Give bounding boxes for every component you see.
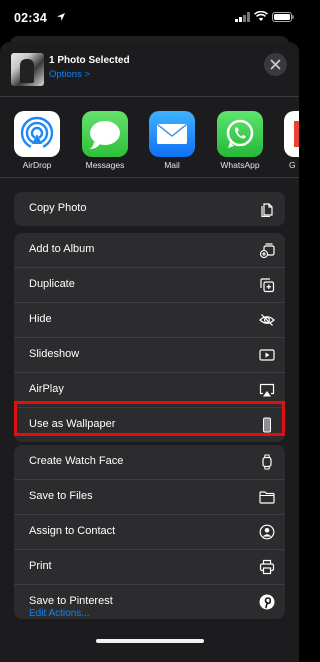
app-label: Messages — [85, 160, 125, 170]
action-label: Copy Photo — [29, 202, 87, 214]
location-arrow-icon — [57, 13, 65, 21]
copy-icon — [261, 203, 273, 217]
share-app-airdrop[interactable]: AirDrop — [7, 111, 67, 170]
app-label: WhatsApp — [220, 160, 260, 170]
share-app-partial[interactable]: G — [277, 111, 299, 170]
action-slideshow[interactable]: Slideshow — [14, 338, 285, 373]
watch-icon — [262, 454, 272, 470]
options-link[interactable]: Options > — [49, 69, 90, 80]
action-group-copy: Copy Photo — [14, 192, 285, 226]
action-label: Duplicate — [29, 278, 75, 290]
share-app-mail[interactable]: Mail — [142, 111, 202, 170]
selection-title: 1 Photo Selected — [49, 55, 130, 66]
wifi-icon — [254, 11, 268, 21]
action-copy-photo[interactable]: Copy Photo — [14, 192, 285, 226]
play-icon — [259, 349, 275, 361]
mail-icon — [149, 111, 195, 157]
duplicate-icon — [260, 278, 275, 293]
folder-icon — [259, 491, 275, 504]
app-label: Mail — [164, 160, 180, 170]
share-app-messages[interactable]: Messages — [75, 111, 135, 170]
action-hide[interactable]: Hide — [14, 303, 285, 338]
app-share-row: AirDrop Messages Mail WhatsApp G — [0, 97, 299, 178]
action-label: Print — [29, 560, 52, 572]
whatsapp-icon — [217, 111, 263, 157]
action-label: Assign to Contact — [29, 525, 116, 537]
action-duplicate[interactable]: Duplicate — [14, 268, 285, 303]
share-header: 1 Photo Selected Options > — [0, 42, 299, 97]
action-save-to-files[interactable]: Save to Files — [14, 480, 285, 515]
action-assign-to-contact[interactable]: Assign to Contact — [14, 515, 285, 550]
action-label: Create Watch Face — [29, 455, 124, 467]
edit-actions-link[interactable]: Edit Actions... — [29, 608, 90, 619]
airplay-icon — [259, 383, 275, 397]
status-bar: 02:34 — [0, 0, 299, 34]
messages-icon — [82, 111, 128, 157]
action-label: Hide — [29, 313, 52, 325]
eye-slash-icon — [259, 314, 275, 326]
action-label: Slideshow — [29, 348, 80, 360]
action-label: AirPlay — [29, 383, 64, 395]
google-app-icon — [284, 111, 299, 157]
action-print[interactable]: Print — [14, 550, 285, 585]
status-time: 02:34 — [14, 11, 47, 25]
close-button[interactable] — [264, 53, 287, 76]
contact-icon — [259, 524, 275, 540]
home-indicator — [96, 639, 204, 643]
action-add-to-album[interactable]: Add to Album — [14, 233, 285, 268]
action-label: Save to Files — [29, 490, 93, 502]
app-label: G — [289, 160, 296, 170]
highlight-box — [14, 401, 285, 436]
cellular-signal-icon — [235, 12, 250, 22]
action-label: Add to Album — [29, 243, 95, 255]
airdrop-icon — [14, 111, 60, 157]
action-create-watch-face[interactable]: Create Watch Face — [14, 445, 285, 480]
add-to-album-icon — [259, 243, 275, 258]
action-label: Save to Pinterest — [29, 595, 113, 607]
share-sheet: 1 Photo Selected Options > AirDrop Messa… — [0, 42, 299, 662]
close-icon — [270, 59, 281, 70]
photo-thumbnail — [11, 53, 44, 86]
pinterest-icon — [259, 594, 275, 610]
app-label: AirDrop — [22, 160, 52, 170]
action-group-more: Create Watch Face Save to Files Assign t… — [14, 445, 285, 619]
share-app-whatsapp[interactable]: WhatsApp — [210, 111, 270, 170]
printer-icon — [259, 559, 275, 575]
battery-icon — [272, 12, 294, 22]
